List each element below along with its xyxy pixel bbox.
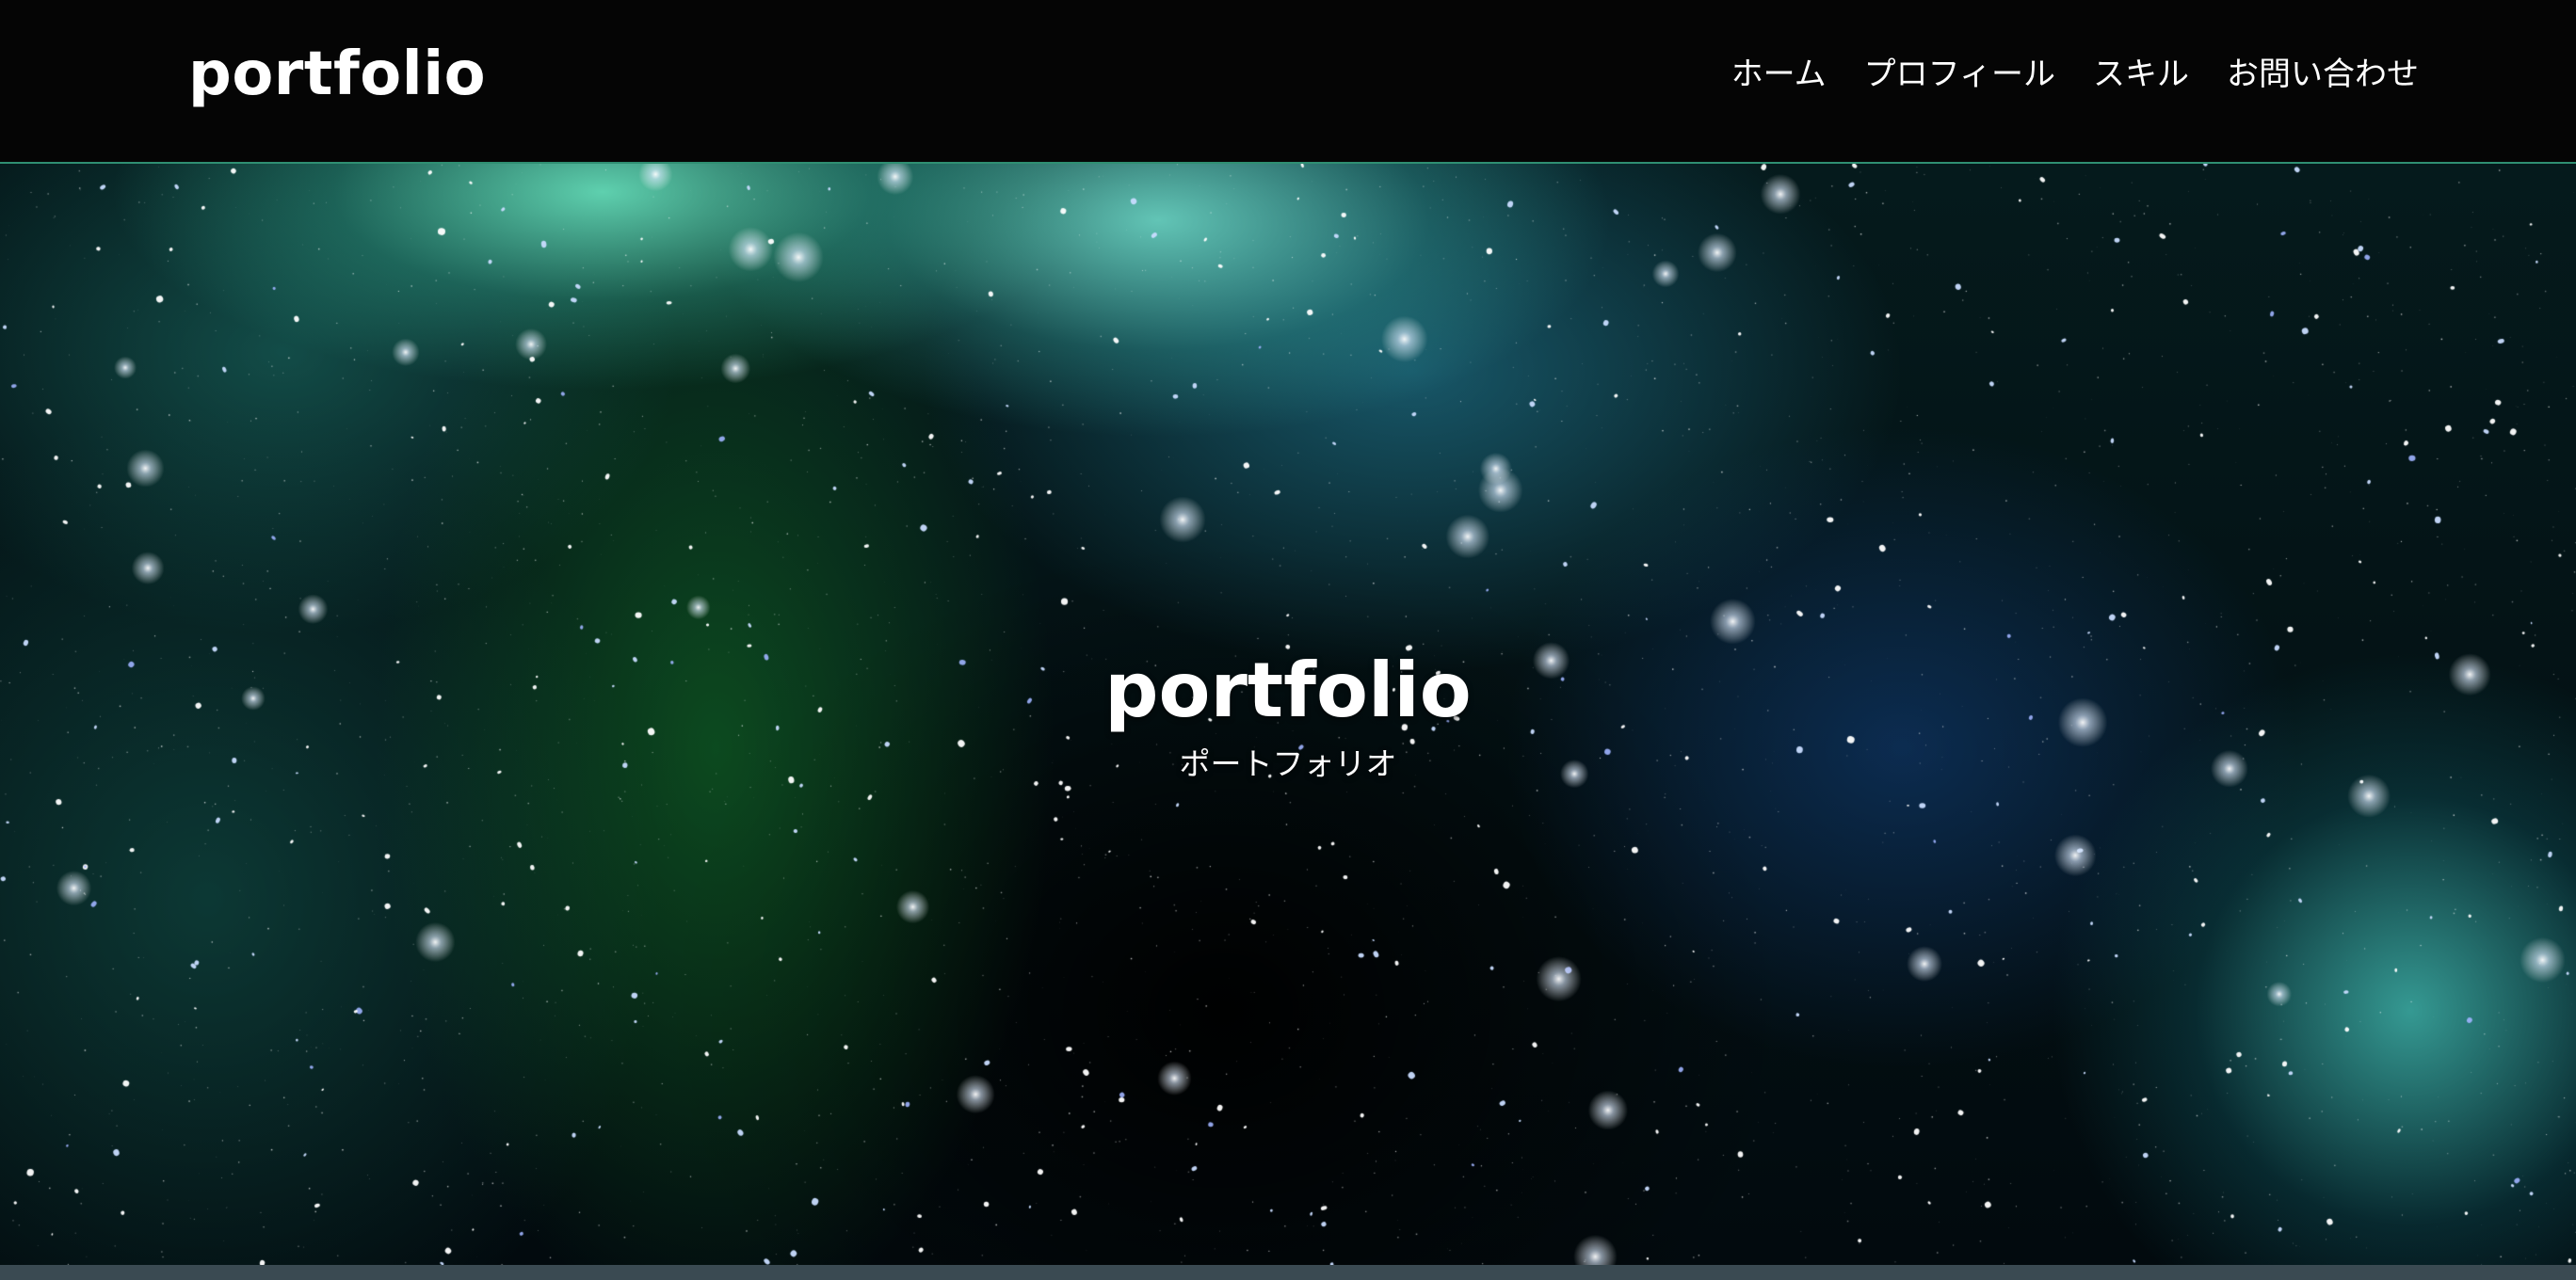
nav-link-home[interactable]: ホーム	[1731, 53, 1827, 96]
global-nav-list: ホーム プロフィール スキル お問い合わせ	[1731, 53, 2419, 96]
site-logo[interactable]: portfolio	[188, 34, 486, 115]
bottom-strip	[0, 1265, 2576, 1280]
site-header: portfolio ホーム プロフィール スキル お問い合わせ	[0, 0, 2576, 164]
hero-subtitle: ポートフォリオ	[1179, 745, 1397, 782]
hero-section: portfolio ポートフォリオ	[0, 164, 2576, 1265]
nav-item-home: ホーム	[1731, 53, 1827, 96]
nav-item-contact: お問い合わせ	[2227, 53, 2419, 96]
nav-link-profile[interactable]: プロフィール	[1864, 53, 2055, 96]
nav-link-contact[interactable]: お問い合わせ	[2227, 53, 2419, 96]
nav-item-skills: スキル	[2093, 53, 2189, 96]
hero-title: portfolio	[1104, 647, 1472, 734]
nav-item-profile: プロフィール	[1864, 53, 2055, 96]
nav-link-skills[interactable]: スキル	[2093, 53, 2189, 96]
page: portfolio ホーム プロフィール スキル お問い合わせ portfoli…	[0, 0, 2576, 1280]
